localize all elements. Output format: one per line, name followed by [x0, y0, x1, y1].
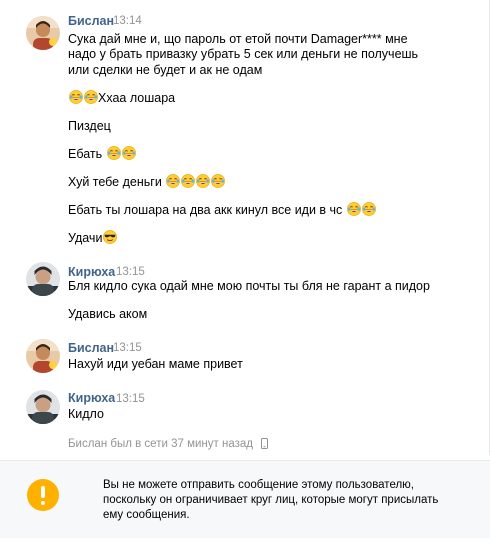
- message-text: Ебать: [68, 147, 103, 161]
- message-time: 13:15: [116, 393, 145, 405]
- laughing-emoji-icon: [69, 90, 83, 104]
- avatar-bislan[interactable]: [26, 16, 60, 50]
- laughing-emoji-icon: [347, 202, 361, 216]
- message-text: Хуй тебе деньги: [68, 175, 162, 189]
- mobile-phone-icon: [261, 438, 269, 452]
- avatar-kiryukha[interactable]: [26, 390, 60, 424]
- message-text: Бля кидло сука одай мне мою почты ты бля…: [68, 279, 430, 293]
- author-name[interactable]: Бислан: [68, 341, 114, 355]
- cannot-send-notice: Вы не можете отправить сообщение этому п…: [0, 460, 490, 538]
- laughing-emoji-icon: [181, 174, 195, 188]
- message-row: Ебать: [68, 145, 136, 163]
- notice-line: Вы не можете отправить сообщение этому п…: [103, 479, 414, 491]
- message-row: Удачи: [68, 229, 117, 247]
- laughing-emoji-icon: [122, 146, 136, 160]
- warning-icon: [27, 479, 59, 511]
- avatar-bislan[interactable]: [26, 339, 60, 373]
- laughing-emoji-icon: [211, 174, 225, 188]
- message-text: Кидло: [68, 407, 104, 421]
- sunglasses-emoji-icon: [103, 230, 117, 244]
- last-seen-text: Бислан был в сети 37 минут назад: [68, 438, 253, 450]
- message-history[interactable]: Бислан 13:14 Сука дай мне и, що пароль о…: [0, 0, 490, 455]
- notice-line: ему сообщения.: [103, 509, 190, 521]
- message-text: Удавись аком: [68, 307, 148, 321]
- message-text: Пиздец: [68, 119, 111, 133]
- message-text: Ебать ты лошара на два акк кинул все иди…: [68, 203, 343, 217]
- author-name[interactable]: Бислан: [68, 14, 114, 28]
- laughing-emoji-icon: [84, 90, 98, 104]
- author-name[interactable]: Кирюха: [68, 391, 115, 405]
- laughing-emoji-icon: [362, 202, 376, 216]
- laughing-emoji-icon: [196, 174, 210, 188]
- message-row: Ебать ты лошара на два акк кинул все иди…: [68, 201, 376, 219]
- notice-text: Вы не можете отправить сообщение этому п…: [103, 478, 473, 523]
- message-time: 13:15: [113, 342, 142, 354]
- message-text: Удачи: [68, 231, 103, 245]
- message-text: Ххаа лошара: [98, 91, 176, 105]
- message-row: Ххаа лошара: [68, 89, 175, 107]
- message-text: или сделки не будет и ак не одам: [68, 63, 263, 77]
- last-seen-status: Бислан был в сети 37 минут назад: [68, 438, 269, 452]
- avatar-kiryukha[interactable]: [26, 262, 60, 296]
- laughing-emoji-icon: [107, 146, 121, 160]
- notice-line: поскольку он ограничивает круг лиц, кото…: [103, 494, 439, 506]
- laughing-emoji-icon: [166, 174, 180, 188]
- message-row: Хуй тебе деньги: [68, 173, 225, 191]
- message-time: 13:14: [113, 15, 142, 27]
- message-text: Нахуй иди уебан маме привет: [68, 357, 243, 371]
